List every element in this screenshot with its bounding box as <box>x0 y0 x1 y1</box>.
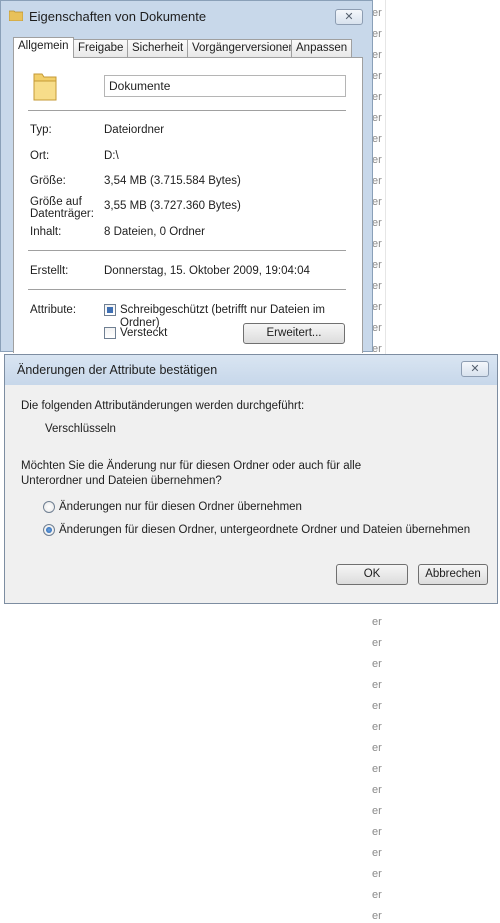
background-text-fragment: er <box>372 658 382 670</box>
erstellt-value: Donnerstag, 15. Oktober 2009, 19:04:04 <box>104 265 310 277</box>
tab-sicherheit[interactable]: Sicherheit <box>127 39 189 57</box>
groesse-value: 3,54 MB (3.715.584 Bytes) <box>104 175 241 187</box>
tab-vorgaengerversionen[interactable]: Vorgängerversionen <box>187 39 300 57</box>
background-text-fragment: er <box>372 637 382 649</box>
background-text-fragment: er <box>372 868 382 880</box>
background-text-fragment: er <box>372 322 382 334</box>
background-text-fragment: er <box>372 175 382 187</box>
question-line2: Unterordner und Dateien übernehmen? <box>21 475 222 487</box>
background-text-fragment: er <box>372 259 382 271</box>
inhalt-value: 8 Dateien, 0 Ordner <box>104 226 206 238</box>
hidden-label[interactable]: Versteckt <box>120 327 167 340</box>
background-text-fragment: er <box>372 679 382 691</box>
typ-label: Typ: <box>30 124 52 136</box>
tab-anpassen[interactable]: Anpassen <box>291 39 353 57</box>
background-text-fragment: er <box>372 763 382 775</box>
background-text-fragment: er <box>372 133 382 145</box>
background-text-fragment: er <box>372 847 382 859</box>
folder-name-field[interactable]: Dokumente <box>104 75 346 97</box>
background-text-fragment: er <box>372 889 382 901</box>
background-text-fragment: er <box>372 721 382 733</box>
background-text-fragment: er <box>372 28 382 40</box>
background-text-fragment: er <box>372 154 382 166</box>
hidden-checkbox[interactable] <box>104 327 116 339</box>
groesse-auf-label-line2: Datenträger: <box>30 208 94 220</box>
background-text-fragment: er <box>372 112 382 124</box>
tab-allgemein[interactable]: Allgemein <box>13 37 74 58</box>
background-text-fragment: er <box>372 742 382 754</box>
background-text-fragment: er <box>372 280 382 292</box>
divider <box>28 110 346 111</box>
folder-only-label[interactable]: Änderungen nur für diesen Ordner überneh… <box>59 500 302 514</box>
ort-value: D:\ <box>104 150 119 162</box>
tab-panel-allgemein: Dokumente Typ: Dateiordner Ort: D:\ Größ… <box>13 57 363 353</box>
background-text-fragment: er <box>372 616 382 628</box>
background-text-fragment: er <box>372 196 382 208</box>
inhalt-label: Inhalt: <box>30 226 62 238</box>
properties-titlebar[interactable]: Eigenschaften von Dokumente ✕ <box>1 1 372 33</box>
advanced-button[interactable]: Erweitert... <box>243 323 345 344</box>
typ-value: Dateiordner <box>104 124 165 136</box>
background-text-fragment: er <box>372 301 382 313</box>
background-text-fragment: er <box>372 238 382 250</box>
question-line1: Möchten Sie die Änderung nur für diesen … <box>21 460 362 472</box>
erstellt-label: Erstellt: <box>30 265 69 277</box>
groesse-label: Größe: <box>30 175 66 187</box>
confirm-attributes-dialog: Änderungen der Attribute bestätigen ✕ Di… <box>4 354 498 604</box>
background-text-fragment: er <box>372 826 382 838</box>
background-text-fragment: er <box>372 49 382 61</box>
confirm-close-button[interactable]: ✕ <box>461 361 489 377</box>
background-text-fragment: er <box>372 700 382 712</box>
background-text-fragment: er <box>372 910 382 922</box>
properties-window: Eigenschaften von Dokumente ✕ Allgemein … <box>0 0 373 353</box>
background-text-fragment: er <box>372 217 382 229</box>
properties-close-button[interactable]: ✕ <box>335 9 363 25</box>
groesse-auf-value: 3,55 MB (3.727.360 Bytes) <box>104 200 241 212</box>
background-text-fragment: er <box>372 784 382 796</box>
recursive-radio[interactable] <box>43 524 55 536</box>
intro-text: Die folgenden Attributänderungen werden … <box>21 400 305 412</box>
cancel-button[interactable]: Abbrechen <box>418 564 488 585</box>
confirm-body: Die folgenden Attributänderungen werden … <box>5 385 497 603</box>
change-text: Verschlüsseln <box>45 423 116 435</box>
background-text-fragment: er <box>372 805 382 817</box>
attribute-label: Attribute: <box>30 304 77 316</box>
divider <box>28 289 346 290</box>
background-text-fragment: er <box>372 70 382 82</box>
ok-button[interactable]: OK <box>336 564 408 585</box>
divider <box>28 250 346 251</box>
large-folder-icon <box>33 73 57 101</box>
properties-title: Eigenschaften von Dokumente <box>29 9 207 24</box>
readonly-checkbox[interactable] <box>104 304 116 316</box>
tab-freigabe[interactable]: Freigabe <box>73 39 129 57</box>
background-text-fragment: er <box>372 91 382 103</box>
background-text-fragment: er <box>372 7 382 19</box>
ort-label: Ort: <box>30 150 50 162</box>
confirm-title: Änderungen der Attribute bestätigen <box>17 363 218 377</box>
folder-icon <box>9 10 23 21</box>
recursive-label[interactable]: Änderungen für diesen Ordner, untergeord… <box>59 523 470 537</box>
confirm-titlebar[interactable]: Änderungen der Attribute bestätigen ✕ <box>5 355 497 385</box>
folder-only-radio[interactable] <box>43 501 55 513</box>
